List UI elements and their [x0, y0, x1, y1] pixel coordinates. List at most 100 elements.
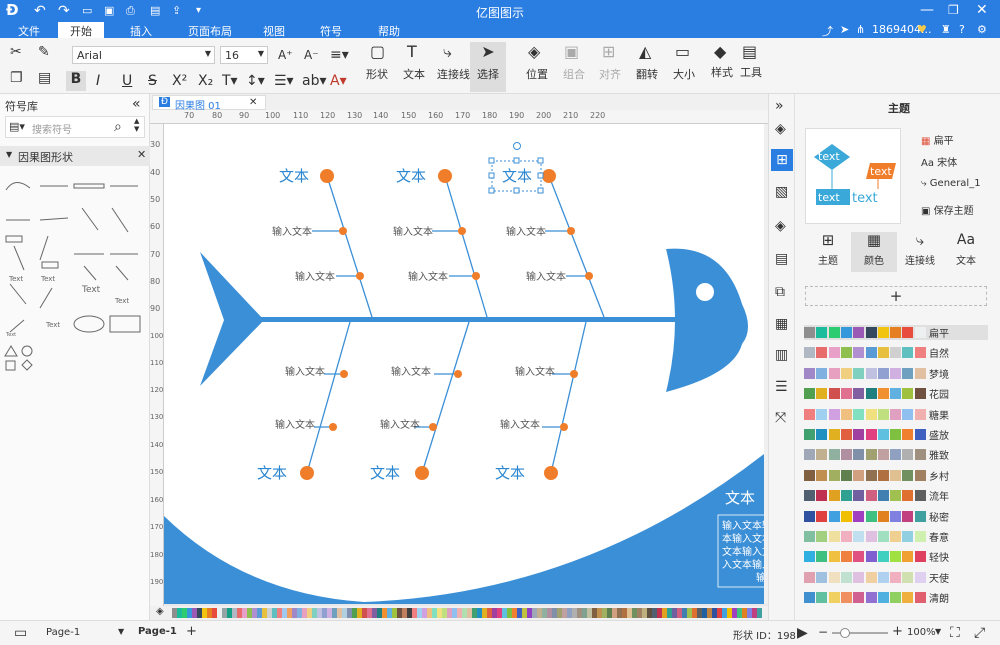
fit-page-icon[interactable]: ⛶ [950, 625, 960, 641]
text-button-label[interactable]: 文本 [403, 66, 425, 82]
color-scheme-2[interactable]: 梦境 [804, 366, 988, 381]
menu-view[interactable]: 视图 [263, 23, 285, 39]
side-body-line[interactable]: 入文本输入 [722, 558, 764, 571]
close-section-icon[interactable]: ✕ [137, 148, 146, 161]
menu-page-layout[interactable]: 页面布局 [188, 23, 232, 39]
help-icon[interactable]: ? [959, 23, 965, 36]
color-scheme-7[interactable]: 乡村 [804, 468, 988, 483]
layers-icon[interactable]: ◈ [775, 218, 786, 234]
text-case-icon[interactable]: T▾ [222, 73, 238, 89]
add-page-icon[interactable]: + [186, 624, 197, 639]
table-icon[interactable]: ▦ [775, 316, 788, 332]
zoom-slider-thumb[interactable] [840, 628, 850, 638]
vip-badge-icon[interactable]: ♥ [917, 23, 927, 36]
play-icon[interactable]: ▶ [797, 625, 808, 641]
zoom-out-icon[interactable]: − [818, 625, 828, 639]
minimize-icon[interactable]: — [920, 2, 934, 18]
chart-icon[interactable]: ⧉ [775, 284, 785, 300]
align-icon[interactable]: ≡▾ [330, 47, 349, 63]
tab-close-icon[interactable]: ✕ [249, 97, 257, 108]
list-icon[interactable]: ☰▾ [274, 73, 294, 89]
sub-text[interactable]: 输入文本 [285, 365, 325, 378]
style-button-label[interactable]: 样式 [711, 64, 733, 80]
connector-icon[interactable]: ⤷ [443, 44, 452, 60]
format-painter-icon[interactable]: ✎ [38, 44, 50, 60]
connector-button-label[interactable]: 连接线 [437, 66, 470, 82]
font-size-select[interactable]: 16 ▼ [220, 46, 268, 64]
expand-panel-icon[interactable]: » [775, 98, 784, 114]
group-button-label[interactable]: 组合 [563, 66, 585, 82]
flip-button-label[interactable]: 翻转 [636, 66, 658, 82]
flip-icon[interactable]: ◭ [639, 44, 651, 60]
copy-icon[interactable]: ❐ [10, 70, 23, 86]
sub-text[interactable]: 输入文本 [506, 225, 546, 238]
fill-bucket-icon[interactable]: ◈ [156, 606, 164, 617]
pin-icon[interactable]: ⤴ [822, 23, 833, 39]
scroll-arrows-icon[interactable]: ▲ ▼ [134, 117, 139, 133]
size-button-label[interactable]: 大小 [673, 66, 695, 82]
image-icon[interactable]: ▧ [775, 184, 788, 200]
font-shrink-icon[interactable]: A⁻ [304, 47, 319, 63]
superscript-icon[interactable]: X² [172, 73, 187, 89]
select-button-label[interactable]: 选择 [477, 66, 499, 82]
sub-text[interactable]: 输入文本 [380, 418, 420, 431]
sub-text[interactable]: 输入文本 [393, 225, 433, 238]
shape-icon[interactable]: ▢ [370, 44, 385, 60]
sub-text[interactable]: 输入文本 [408, 270, 448, 283]
head-text-bottom-2[interactable]: 文本 [370, 464, 400, 482]
shirt-icon[interactable]: ♜ [941, 23, 951, 36]
align-button-label[interactable]: 对齐 [599, 66, 621, 82]
line-spacing-icon[interactable]: ↕▾ [246, 73, 265, 89]
side-body-line[interactable]: 文本输入文 [722, 545, 764, 558]
page-view-icon[interactable]: ▭ [14, 625, 27, 641]
chevron-down-icon[interactable]: ▼ [935, 627, 941, 636]
highlight-icon[interactable]: ab▾ [302, 73, 327, 89]
strikethrough-icon[interactable]: S [148, 73, 157, 89]
zoom-in-icon[interactable]: + [892, 624, 903, 639]
head-text-top-3[interactable]: 文本 [502, 167, 532, 185]
search-icon[interactable]: ⌕ [114, 119, 122, 135]
color-scheme-13[interactable]: 清朗 [804, 590, 988, 605]
menu-file[interactable]: 文件 [18, 23, 40, 39]
menu-home[interactable]: 开始 [58, 22, 104, 38]
sub-text[interactable]: 输入文本 [515, 365, 555, 378]
head-text-bottom-3[interactable]: 文本 [495, 464, 525, 482]
color-scheme-1[interactable]: 自然 [804, 345, 988, 360]
zoom-level[interactable]: 100% [907, 627, 936, 638]
chevron-down-icon[interactable]: ▼ [118, 627, 124, 636]
org-icon[interactable]: ▥ [775, 347, 788, 363]
color-scheme-10[interactable]: 春意 [804, 529, 988, 544]
collapse-panel-icon[interactable]: « [132, 96, 141, 112]
library-section-header[interactable]: ▼ 因果图形状 ✕ [0, 146, 150, 166]
color-scheme-3[interactable]: 花园 [804, 386, 988, 401]
underline-icon[interactable]: U [122, 73, 132, 89]
menu-symbols[interactable]: 符号 [320, 23, 342, 39]
tab-text[interactable]: Aa 文本 [943, 232, 989, 272]
palette-swatch[interactable] [757, 608, 762, 618]
connect-icon[interactable]: ⤧ [775, 410, 786, 426]
theme-preview[interactable]: text text text text [805, 128, 901, 224]
cut-icon[interactable]: ✂ [10, 44, 22, 60]
subscript-icon[interactable]: X₂ [198, 73, 213, 89]
side-body-line[interactable]: 输 [756, 571, 764, 584]
library-menu-icon[interactable]: ▤▾ [9, 119, 25, 135]
save-theme-button[interactable]: ▣ 保存主题 [921, 202, 974, 217]
close-icon[interactable]: ✕ [976, 2, 988, 18]
format-icon[interactable]: ☰ [775, 379, 788, 395]
zoom-slider[interactable] [832, 628, 888, 638]
fishbone-diagram[interactable]: 文本 文本 文本 文本 文本 文本 输入文本 输入文本 输入文本 输入文本 输入… [164, 124, 764, 604]
sub-text[interactable]: 输入文本 [500, 418, 540, 431]
sub-text[interactable]: 输入文本 [391, 365, 431, 378]
tools-icon[interactable]: ▤ [742, 44, 757, 60]
bold-icon[interactable]: B [66, 71, 86, 91]
sub-text[interactable]: 输入文本 [275, 418, 315, 431]
group-icon[interactable]: ▣ [564, 44, 579, 60]
tab-fishbone-01[interactable]: Đ 因果图 01 ✕ [152, 95, 266, 112]
theme-option-connector[interactable]: ⤷ General_1 [921, 178, 981, 189]
page-selector[interactable]: Page-1 [46, 627, 80, 638]
side-title[interactable]: 文本 [725, 489, 755, 507]
fullscreen-icon[interactable]: ⤢ [974, 625, 985, 641]
paste-icon[interactable]: ▤ [38, 70, 51, 86]
color-scheme-6[interactable]: 雅致 [804, 447, 988, 462]
tools-button-label[interactable]: 工具 [740, 64, 762, 80]
